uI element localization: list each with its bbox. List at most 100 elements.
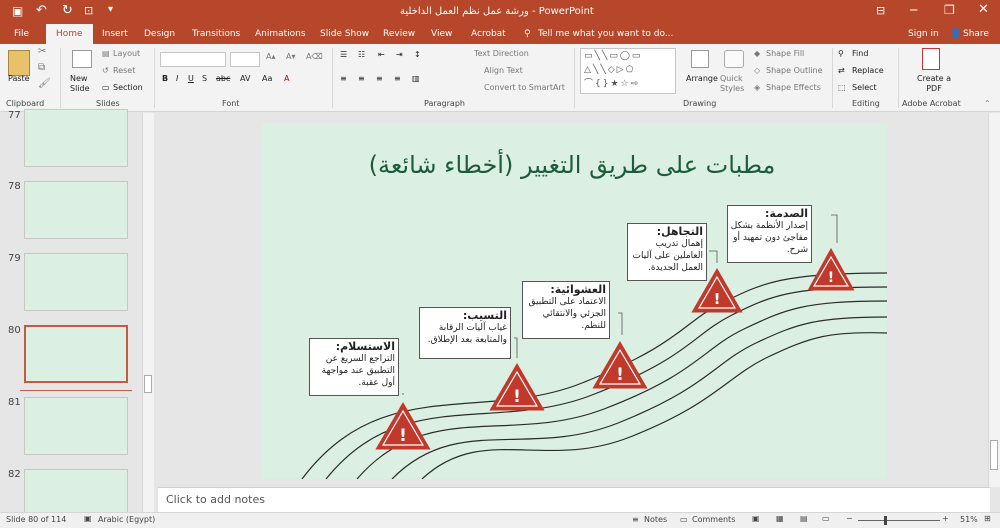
align-text-button[interactable]: Align Text bbox=[484, 66, 523, 75]
thumbnail-80-selected[interactable] bbox=[24, 325, 128, 383]
reading-view-icon[interactable]: ▤ bbox=[800, 514, 808, 523]
font-size-dropdown[interactable] bbox=[230, 52, 260, 67]
signin-link[interactable]: Sign in bbox=[908, 24, 939, 44]
tab-slide-show[interactable]: Slide Show bbox=[320, 24, 369, 44]
ribbon-display-icon[interactable]: ⊟ bbox=[876, 4, 885, 17]
thumbnail-77[interactable] bbox=[24, 109, 128, 167]
tab-view[interactable]: View bbox=[431, 24, 452, 44]
change-case-icon[interactable]: Aa bbox=[262, 74, 272, 83]
minimize-icon[interactable]: ─ bbox=[910, 3, 917, 17]
zoom-out-icon[interactable]: − bbox=[846, 514, 853, 523]
restore-icon[interactable]: ❐ bbox=[944, 3, 955, 17]
tab-design[interactable]: Design bbox=[144, 24, 175, 44]
section-button[interactable]: Section bbox=[113, 83, 143, 92]
font-shrink-icon[interactable]: A▾ bbox=[286, 52, 296, 61]
arrange-button[interactable]: Arrange bbox=[686, 74, 718, 83]
increase-indent-icon[interactable]: ⇥ bbox=[396, 50, 403, 59]
clear-formatting-icon[interactable]: A⌫ bbox=[306, 52, 323, 61]
zoom-slider-thumb[interactable] bbox=[884, 516, 887, 525]
slideshow-view-icon[interactable]: ▭ bbox=[822, 514, 830, 523]
tab-acrobat[interactable]: Acrobat bbox=[471, 24, 506, 44]
reset-button[interactable]: Reset bbox=[113, 66, 135, 75]
language-indicator[interactable]: Arabic (Egypt) bbox=[98, 515, 155, 524]
strikethrough-icon[interactable]: abc bbox=[216, 74, 230, 83]
thumbnail-scroll-thumb[interactable] bbox=[144, 375, 152, 393]
align-center-icon[interactable]: ≡ bbox=[358, 74, 365, 83]
columns-icon[interactable]: ▥ bbox=[412, 74, 420, 83]
new-slide-icon[interactable] bbox=[72, 50, 92, 68]
tell-me-box[interactable]: Tell me what you want to do... bbox=[538, 24, 673, 44]
shape-outline-button[interactable]: Shape Outline bbox=[766, 66, 823, 75]
create-pdf-button[interactable]: Create a PDF bbox=[914, 74, 954, 94]
format-painter-icon[interactable]: 🖌 bbox=[38, 78, 51, 89]
callout-box[interactable]: التجاهل: إهمال تدريب العاملين على آليات ا… bbox=[627, 223, 707, 281]
slide-title[interactable]: مطبات على طريق التغيير (أخطاء شائعة) bbox=[362, 151, 782, 179]
char-spacing-icon[interactable]: AV bbox=[240, 74, 250, 83]
fit-to-window-icon[interactable]: ⊞ bbox=[984, 514, 991, 523]
share-icon[interactable]: 👤 bbox=[950, 24, 961, 44]
spelling-icon[interactable]: ▣ bbox=[84, 514, 92, 523]
copy-icon[interactable]: ⧉ bbox=[38, 62, 45, 73]
collapse-ribbon-icon[interactable]: ⌃ bbox=[984, 99, 991, 108]
replace-button[interactable]: Replace bbox=[852, 66, 884, 75]
font-color-icon[interactable]: A bbox=[284, 74, 289, 83]
convert-smartart-button[interactable]: Convert to SmartArt bbox=[484, 83, 565, 92]
italic-icon[interactable]: I bbox=[176, 74, 178, 83]
editor-scroll-thumb[interactable] bbox=[990, 440, 998, 470]
paste-button[interactable]: Paste bbox=[8, 74, 30, 83]
undo-icon[interactable]: ↶ bbox=[36, 3, 47, 18]
quick-styles-icon[interactable] bbox=[724, 50, 744, 68]
callout-box[interactable]: العشوائية: الاعتماد على التطبيق الجزئي وا… bbox=[522, 281, 610, 339]
slide-sorter-icon[interactable]: ▦ bbox=[776, 514, 784, 523]
editor-scrollbar[interactable] bbox=[988, 113, 1000, 487]
thumbnail-scrollbar[interactable] bbox=[142, 113, 154, 512]
comments-toggle[interactable]: Comments bbox=[692, 515, 735, 524]
shape-effects-button[interactable]: Shape Effects bbox=[766, 83, 821, 92]
bullets-icon[interactable]: ☰ bbox=[340, 50, 347, 59]
thumbnail-81[interactable] bbox=[24, 397, 128, 455]
notes-placeholder[interactable]: Click to add notes bbox=[166, 493, 265, 506]
normal-view-icon[interactable]: ▣ bbox=[752, 514, 760, 523]
decrease-indent-icon[interactable]: ⇤ bbox=[378, 50, 385, 59]
tab-home[interactable]: Home bbox=[46, 24, 93, 44]
bold-icon[interactable]: B bbox=[162, 74, 168, 83]
create-pdf-icon[interactable] bbox=[922, 48, 940, 70]
shadow-icon[interactable]: S bbox=[202, 74, 207, 83]
text-direction-button[interactable]: Text Direction bbox=[474, 49, 529, 58]
redo-icon[interactable]: ↻ bbox=[62, 3, 73, 18]
notes-toggle[interactable]: Notes bbox=[644, 515, 667, 524]
thumbnail-79[interactable] bbox=[24, 253, 128, 311]
font-grow-icon[interactable]: A▴ bbox=[266, 52, 276, 61]
layout-button[interactable]: Layout bbox=[113, 49, 140, 58]
start-from-beginning-icon[interactable]: ⊡ bbox=[84, 4, 93, 17]
quick-styles-button[interactable]: Quick Styles bbox=[720, 74, 752, 94]
tab-transitions[interactable]: Transitions bbox=[192, 24, 240, 44]
shape-fill-button[interactable]: Shape Fill bbox=[766, 49, 804, 58]
tab-file[interactable]: File bbox=[14, 24, 29, 44]
line-spacing-icon[interactable]: ↕ bbox=[414, 50, 421, 59]
callout-box[interactable]: التسيب: غياب آليات الرقابة والمتابعة بعد … bbox=[419, 307, 511, 359]
share-button[interactable]: Share bbox=[963, 24, 989, 44]
arrange-icon[interactable] bbox=[691, 50, 709, 68]
zoom-level[interactable]: 51% bbox=[960, 515, 978, 524]
new-slide-button[interactable]: New Slide bbox=[70, 74, 96, 94]
customize-toolbar-icon[interactable]: ▾ bbox=[108, 4, 113, 15]
tab-review[interactable]: Review bbox=[383, 24, 415, 44]
notes-pane[interactable]: Click to add notes bbox=[158, 487, 990, 512]
shapes-gallery[interactable]: ▭╲╲▭◯▭ △╲╲◇▷⬠ ⌒{}★☆⇨ bbox=[580, 48, 676, 94]
font-family-dropdown[interactable] bbox=[160, 52, 226, 67]
zoom-slider[interactable] bbox=[858, 520, 940, 521]
justify-icon[interactable]: ≡ bbox=[394, 74, 401, 83]
zoom-in-icon[interactable]: + bbox=[942, 514, 949, 523]
slide-canvas[interactable]: ! ! ! ! ! مطبات على طريق التغيير (أخطاء … bbox=[262, 123, 887, 479]
paste-icon[interactable] bbox=[8, 50, 30, 76]
numbering-icon[interactable]: ☷ bbox=[358, 50, 365, 59]
save-icon[interactable]: ▣ bbox=[12, 4, 23, 18]
align-left-icon[interactable]: ≡ bbox=[340, 74, 347, 83]
select-button[interactable]: Select bbox=[852, 83, 877, 92]
callout-box[interactable]: الاستسلام: التراجع السريع عن التطبيق عند … bbox=[309, 338, 399, 396]
underline-icon[interactable]: U bbox=[188, 74, 194, 83]
tab-animations[interactable]: Animations bbox=[255, 24, 306, 44]
align-right-icon[interactable]: ≡ bbox=[376, 74, 383, 83]
callout-box[interactable]: الصدمة: إصدار الأنظمة بشكل مفاجئ دون تمهي… bbox=[727, 205, 812, 263]
